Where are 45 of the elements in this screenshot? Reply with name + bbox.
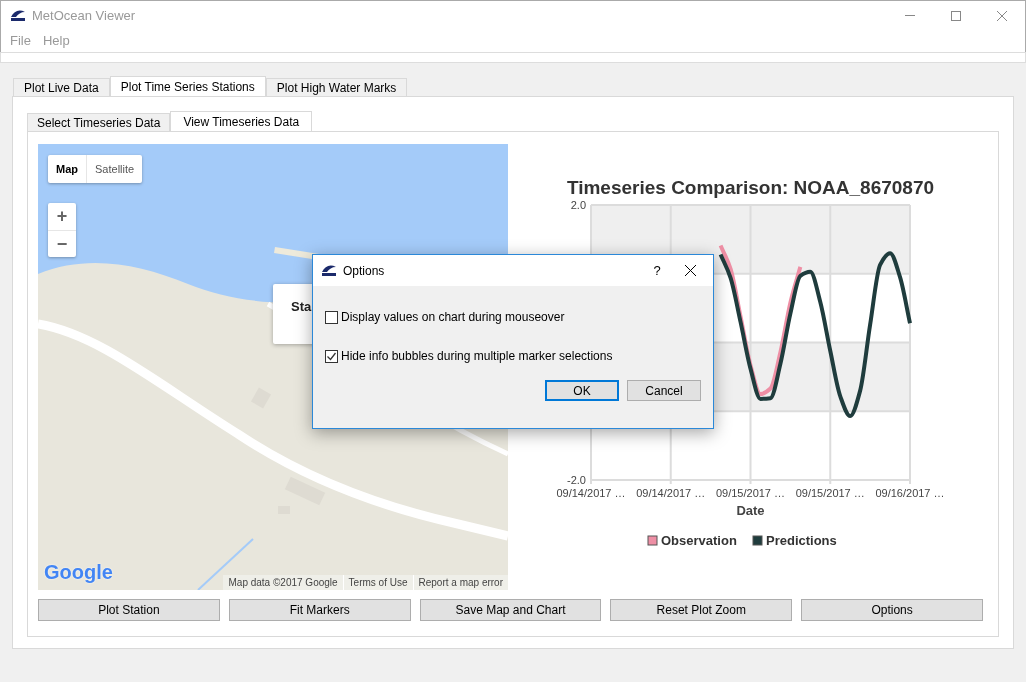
- action-button[interactable]: Plot Station: [38, 599, 220, 621]
- map-link[interactable]: Report a map error: [412, 575, 508, 590]
- action-button[interactable]: Fit Markers: [228, 599, 411, 621]
- dialog-title: Options: [343, 262, 385, 280]
- x-axis-title: Date: [736, 503, 765, 518]
- close-icon: [684, 265, 696, 276]
- map-link[interactable]: Terms of Use: [342, 575, 413, 590]
- dialog-button[interactable]: OK: [545, 380, 619, 401]
- legend-label: Predictions: [766, 533, 837, 548]
- map-type-tab[interactable]: Map: [48, 155, 86, 183]
- x-tick-label: 09/14/2017 …: [556, 487, 626, 499]
- window-title: MetOcean Viewer: [32, 6, 136, 25]
- x-tick-label: 09/14/2017 …: [636, 487, 706, 499]
- maximize-icon: [951, 10, 961, 21]
- tab[interactable]: Plot Live Data: [13, 78, 110, 96]
- tab[interactable]: Plot Time Series Stations: [109, 76, 266, 96]
- tab[interactable]: View Timeseries Data: [170, 111, 313, 131]
- chart-title: Timeseries Comparison: NOAA_8670870: [566, 177, 935, 198]
- map-type-tab[interactable]: Satellite: [86, 155, 143, 183]
- tab[interactable]: Select Timeseries Data: [27, 113, 171, 131]
- action-button[interactable]: Options: [801, 599, 983, 621]
- zoom-out-button[interactable]: −: [48, 230, 76, 257]
- checkbox[interactable]: [325, 349, 338, 363]
- app-logo-icon: [321, 264, 337, 277]
- option-label: Display values on chart during mouseover: [341, 309, 565, 326]
- action-button[interactable]: Reset Plot Zoom: [610, 599, 793, 621]
- y-tick-label: 2.0: [570, 199, 586, 211]
- close-icon: [997, 10, 1007, 21]
- google-logo: Google: [44, 560, 113, 585]
- x-tick-label: 09/15/2017 …: [715, 487, 786, 499]
- minimize-icon: [905, 15, 915, 16]
- app-logo-icon: [10, 9, 26, 22]
- x-tick-label: 09/16/2017 …: [875, 487, 945, 499]
- dialog-button[interactable]: Cancel: [627, 380, 701, 401]
- map-attribution: Map data ©2017 Google: [223, 575, 343, 590]
- help-button[interactable]: ?: [647, 260, 667, 281]
- y-tick-label: -2.0: [567, 474, 586, 486]
- legend-label: Observation: [661, 533, 737, 548]
- info-bubble-text: Sta: [291, 299, 312, 314]
- action-button[interactable]: Save Map and Chart: [419, 599, 602, 621]
- tab[interactable]: Plot High Water Marks: [265, 78, 408, 96]
- x-tick-label: 09/15/2017 …: [795, 487, 865, 499]
- option-label: Hide info bubbles during multiple marker selections: [341, 348, 613, 365]
- checkbox[interactable]: [325, 310, 338, 324]
- zoom-in-button[interactable]: +: [48, 203, 76, 230]
